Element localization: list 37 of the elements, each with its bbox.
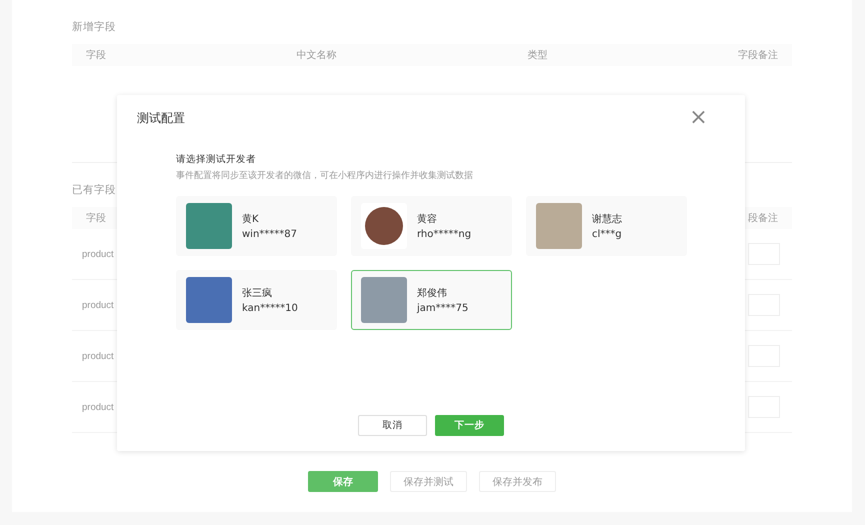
developer-account: jam****75 xyxy=(417,303,468,314)
developer-account: cl***g xyxy=(592,229,622,240)
developer-name: 谢慧志 xyxy=(592,212,622,226)
column-header: 字段 xyxy=(86,48,106,62)
field-name: product xyxy=(82,248,114,260)
section-title: 新增字段 xyxy=(72,20,117,35)
avatar-photo-placeholder xyxy=(536,203,582,249)
avatar-photo-placeholder xyxy=(186,203,232,249)
avatar-photo-placeholder xyxy=(365,207,403,245)
developer-account: kan*****10 xyxy=(242,303,298,314)
developer-name: 黄K xyxy=(242,212,260,226)
dialog-title: 测试配置 xyxy=(137,110,185,126)
close-button[interactable]: × xyxy=(664,108,733,128)
developer-account: win*****87 xyxy=(242,229,298,240)
developer-name: 张三疯 xyxy=(242,286,273,300)
field-name: product xyxy=(82,300,114,310)
field-name: product xyxy=(82,402,114,412)
developer-account: rho*****ng xyxy=(417,229,472,240)
column-header: 中文名称 xyxy=(296,48,337,62)
description-text: 事件配置将同步至该开发者的微信，可在小程序内进行操作并收集测试数据 xyxy=(176,170,474,182)
section-title: 已有字段 xyxy=(72,183,117,198)
avatar-photo-placeholder xyxy=(186,277,232,323)
developer-card[interactable]: 张三疯 kan*****10 xyxy=(176,270,337,330)
column-header: 字段备注 xyxy=(738,48,778,62)
avatar-photo-placeholder xyxy=(361,277,407,323)
developer-name: 郑俊伟 xyxy=(417,287,448,300)
developer-card[interactable]: 黄K win*****87 xyxy=(176,196,337,256)
section-heading: 请选择测试开发者 xyxy=(176,153,257,166)
developer-card[interactable]: 谢慧志 cl***g xyxy=(526,196,687,256)
column-header: 段备注 xyxy=(748,212,778,225)
developer-name: 黄容 xyxy=(417,212,438,226)
field-name: product xyxy=(82,350,114,362)
developer-card[interactable]: 黄容 rho*****ng xyxy=(351,196,512,256)
developer-card[interactable]: 郑俊伟 jam****75 xyxy=(351,270,512,330)
column-header: 字段 xyxy=(86,212,106,225)
cancel-button[interactable]: 取消 xyxy=(358,415,427,436)
column-header: 类型 xyxy=(527,48,548,62)
